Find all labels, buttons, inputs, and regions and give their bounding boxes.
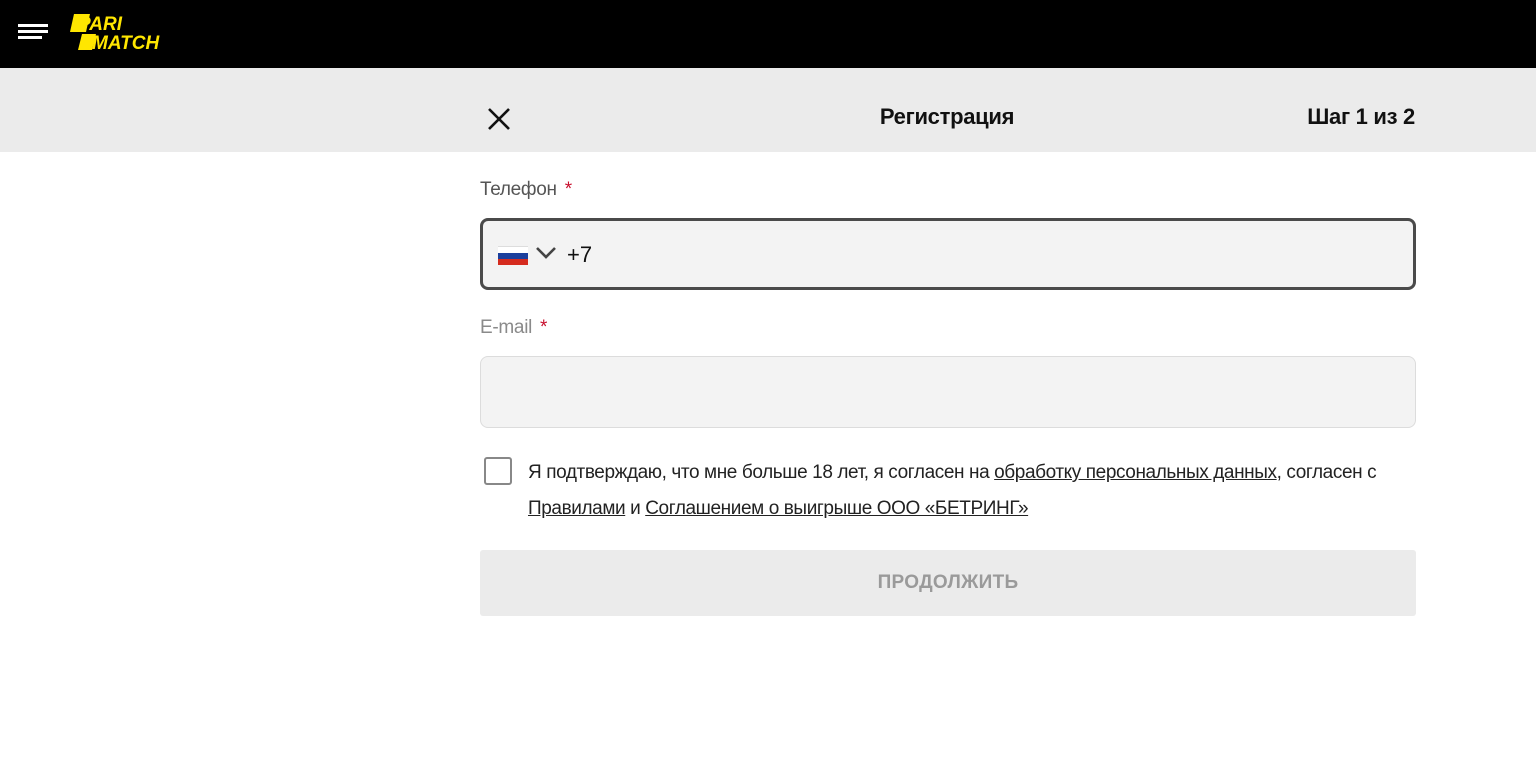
email-label-text: E-mail (480, 317, 533, 338)
close-icon[interactable] (480, 100, 518, 138)
top-bar: PARI MATCH (0, 0, 1536, 68)
consent-text-part: , согласен с (1276, 462, 1377, 483)
hamburger-menu-icon[interactable] (16, 20, 50, 46)
phone-label-text: Телефон (480, 179, 557, 200)
chevron-down-icon[interactable] (535, 245, 557, 261)
parimatch-logo[interactable]: PARI MATCH (68, 12, 192, 54)
svg-text:MATCH: MATCH (92, 33, 160, 54)
svg-text:PARI: PARI (78, 14, 123, 35)
page-title: Регистрация (879, 104, 1015, 129)
email-label: E-mail * (480, 317, 547, 339)
continue-button[interactable]: ПРОДОЛЖИТЬ (480, 550, 1416, 616)
rules-link[interactable]: Правилами (528, 498, 626, 519)
agreement-link[interactable]: Соглашением о выигрыше ООО «БЕТРИНГ» (645, 498, 1028, 519)
phone-label: Телефон * (480, 179, 572, 201)
phone-prefix: +7 (567, 242, 593, 267)
consent-text-part: Я подтверждаю, что мне больше 18 лет, я … (528, 462, 995, 483)
consent-text-part: и (625, 498, 646, 519)
consent-text: Я подтверждаю, что мне больше 18 лет, я … (528, 455, 1418, 527)
russia-flag-icon[interactable] (498, 246, 528, 265)
consent-checkbox[interactable] (484, 457, 512, 485)
step-indicator: Шаг 1 из 2 (1307, 104, 1415, 129)
phone-input[interactable] (595, 231, 1399, 277)
email-input[interactable] (499, 369, 1393, 415)
required-mark: * (540, 317, 548, 338)
personal-data-link[interactable]: обработку персональных данных (994, 462, 1277, 483)
phone-field[interactable]: +7 (480, 218, 1416, 290)
required-mark: * (564, 179, 572, 200)
email-field[interactable] (480, 356, 1416, 428)
